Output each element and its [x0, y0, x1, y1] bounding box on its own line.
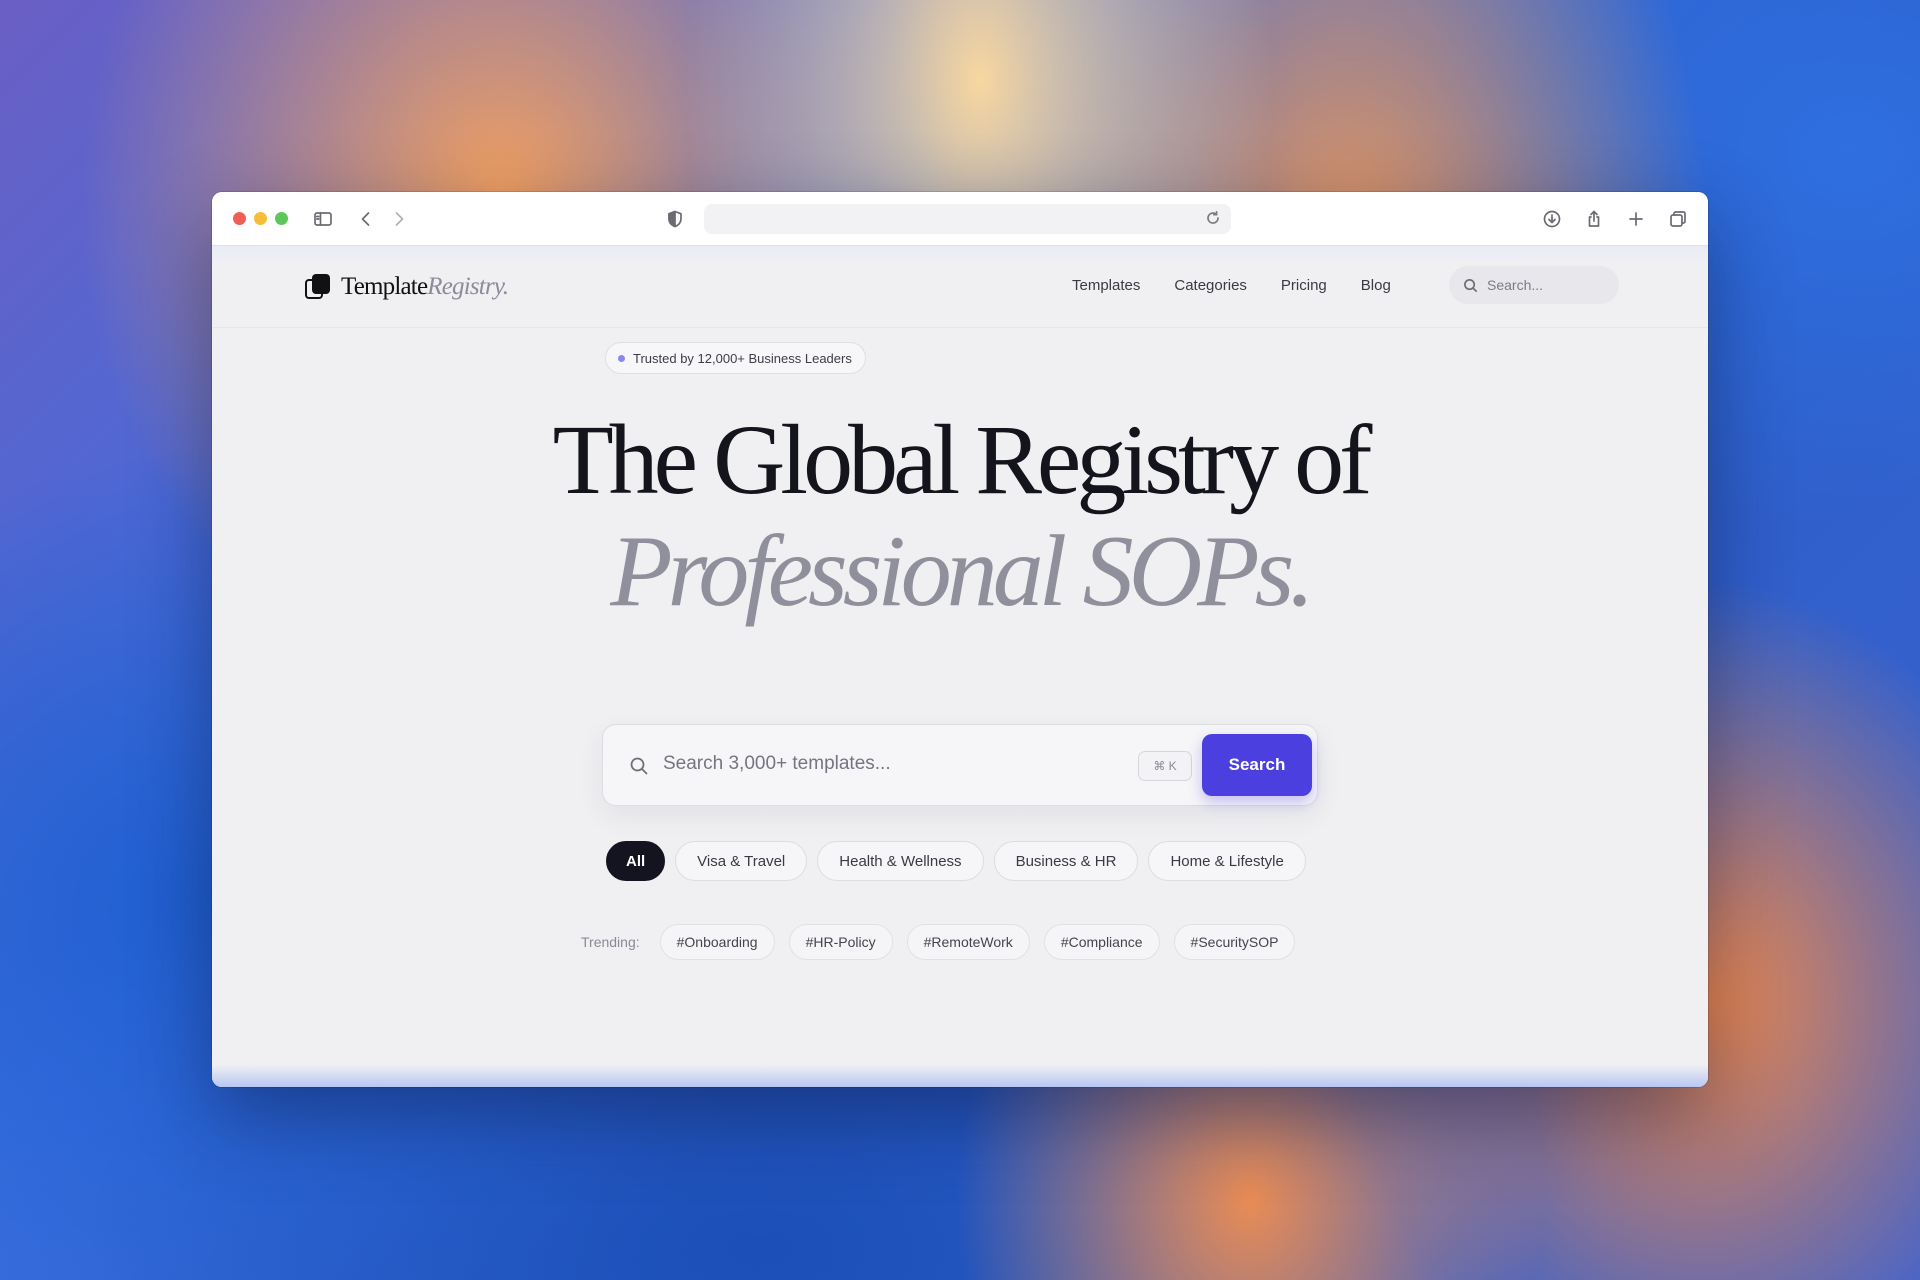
category-chip-health-wellness[interactable]: Health & Wellness: [817, 841, 984, 881]
logo-wordmark: TemplateRegistry.: [341, 273, 509, 300]
minimize-window-button[interactable]: [254, 212, 267, 225]
logo-icon: [305, 274, 331, 300]
category-chip-home-lifestyle[interactable]: Home & Lifestyle: [1148, 841, 1306, 881]
share-icon[interactable]: [1580, 205, 1608, 233]
search-icon: [629, 756, 649, 776]
nav-link-blog[interactable]: Blog: [1361, 277, 1391, 294]
close-window-button[interactable]: [233, 212, 246, 225]
category-chip-business-hr[interactable]: Business & HR: [993, 841, 1139, 881]
web-page: TemplateRegistry. Templates Categories P…: [212, 246, 1708, 1087]
address-bar[interactable]: [704, 204, 1231, 234]
new-tab-icon[interactable]: [1622, 205, 1650, 233]
download-icon[interactable]: [1538, 205, 1566, 233]
trending-label: Trending:: [581, 934, 640, 950]
window-controls: [233, 212, 288, 225]
template-search-box[interactable]: Search 3,000+ templates... ⌘ K Search: [602, 724, 1318, 806]
nav-link-templates[interactable]: Templates: [1072, 277, 1140, 294]
main-nav: Templates Categories Pricing Blog: [1072, 277, 1391, 294]
back-icon[interactable]: [352, 205, 380, 233]
badge-dot: [618, 354, 625, 362]
badge-text: Trusted by 12,000+ Business Leaders: [633, 350, 852, 366]
category-chip-visa-travel[interactable]: Visa & Travel: [675, 841, 808, 881]
reload-icon[interactable]: [1205, 210, 1223, 228]
tabs-overview-icon[interactable]: [1664, 205, 1692, 233]
trending-tag[interactable]: #Onboarding: [659, 924, 775, 960]
site-header: TemplateRegistry. Templates Categories P…: [212, 246, 1708, 328]
shield-icon[interactable]: [661, 205, 689, 233]
trending-tag[interactable]: #RemoteWork: [906, 924, 1030, 960]
trending-tag[interactable]: #Compliance: [1043, 924, 1160, 960]
trending-tag[interactable]: #HR-Policy: [788, 924, 893, 960]
trust-badge: Trusted by 12,000+ Business Leaders: [605, 342, 866, 374]
category-filters: All Visa & Travel Health & Wellness Busi…: [606, 841, 1306, 881]
hero-headline-line1: The Global Registry of: [552, 404, 1373, 515]
nav-link-pricing[interactable]: Pricing: [1281, 277, 1327, 294]
site-logo[interactable]: TemplateRegistry.: [305, 273, 509, 301]
header-search-input[interactable]: Search...: [1449, 266, 1619, 304]
zoom-window-button[interactable]: [275, 212, 288, 225]
nav-link-categories[interactable]: Categories: [1174, 277, 1247, 294]
header-search-placeholder: Search...: [1487, 277, 1544, 293]
forward-icon[interactable]: [385, 205, 413, 233]
category-chip-all[interactable]: All: [606, 841, 666, 881]
trending-tags: Trending: #Onboarding #HR-Policy #Remote…: [581, 924, 1296, 960]
trending-tag[interactable]: #SecuritySOP: [1173, 924, 1296, 960]
keyboard-shortcut-hint: ⌘ K: [1138, 751, 1192, 781]
sidebar-icon[interactable]: [309, 205, 337, 233]
search-icon: [1464, 278, 1477, 292]
browser-toolbar: [212, 192, 1708, 246]
hero-headline-line2: Professional SOPs.: [610, 515, 1315, 628]
template-search-input[interactable]: Search 3,000+ templates...: [663, 753, 891, 775]
search-button[interactable]: Search: [1202, 734, 1312, 796]
